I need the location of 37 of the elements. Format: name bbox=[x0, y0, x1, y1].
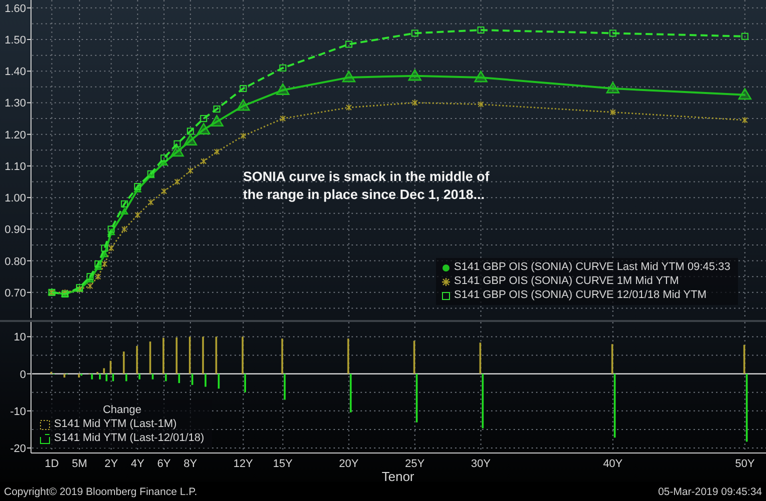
y-tick-label: 0 bbox=[20, 368, 26, 381]
x-tick-label: 20Y bbox=[339, 458, 359, 470]
x-tick-label: 4Y bbox=[130, 458, 144, 470]
x-tick-label: 5M bbox=[72, 458, 88, 470]
x-tick-label: 6Y bbox=[157, 458, 171, 470]
y-tick-label: 0.70 bbox=[4, 287, 26, 300]
x-tick-label: 12Y bbox=[233, 458, 253, 470]
y-tick-label: 1.30 bbox=[4, 98, 26, 110]
legend-title: Change bbox=[102, 403, 142, 417]
y-tick-label: 1.10 bbox=[4, 160, 26, 173]
y-tick-label: 1.50 bbox=[4, 34, 26, 47]
timestamp: 05-Mar-2019 09:45:34 bbox=[658, 486, 762, 498]
x-tick-label: 8Y bbox=[184, 458, 198, 470]
copyright-text: Copyright© 2019 Bloomberg Finance L.P. bbox=[4, 486, 198, 498]
y-tick-label: 1.40 bbox=[4, 66, 26, 78]
x-axis-title: Tenor bbox=[382, 469, 414, 482]
legend-label: S141 GBP OIS (SONIA) CURVE 1M Mid YTM bbox=[454, 275, 679, 288]
y-tick-label: 1.20 bbox=[4, 129, 26, 142]
x-tick-label: 30Y bbox=[471, 458, 491, 470]
x-tick-label: 50Y bbox=[735, 458, 755, 470]
legend-label: S141 GBP OIS (SONIA) CURVE Last Mid YTM 09:45:33 bbox=[454, 261, 730, 274]
x-tick-label: 2Y bbox=[104, 458, 118, 470]
x-tick-label: 1D bbox=[44, 458, 59, 470]
y-tick-label: 0.80 bbox=[4, 256, 26, 268]
y-tick-label: -20 bbox=[10, 443, 26, 455]
y-tick-label: 1.00 bbox=[4, 192, 26, 205]
legend-label: S141 Mid YTM (Last-1M) bbox=[54, 418, 177, 431]
y-tick-label: 10 bbox=[14, 332, 26, 344]
y-tick-label: 1.60 bbox=[4, 2, 26, 15]
legend-label: S141 Mid YTM (Last-12/01/18) bbox=[54, 432, 204, 445]
x-tick-label: 15Y bbox=[273, 458, 293, 470]
y-tick-label: -10 bbox=[10, 406, 26, 418]
chart-annotation: SONIA curve is smack in the middle of the range in place since Dec 1, 2018... bbox=[243, 168, 490, 204]
legend-label: S141 GBP OIS (SONIA) CURVE 12/01/18 Mid YTM bbox=[454, 289, 706, 302]
y-tick-label: 0.90 bbox=[4, 224, 26, 236]
x-tick-label: 25Y bbox=[405, 458, 425, 470]
x-tick-label: 40Y bbox=[603, 458, 623, 470]
